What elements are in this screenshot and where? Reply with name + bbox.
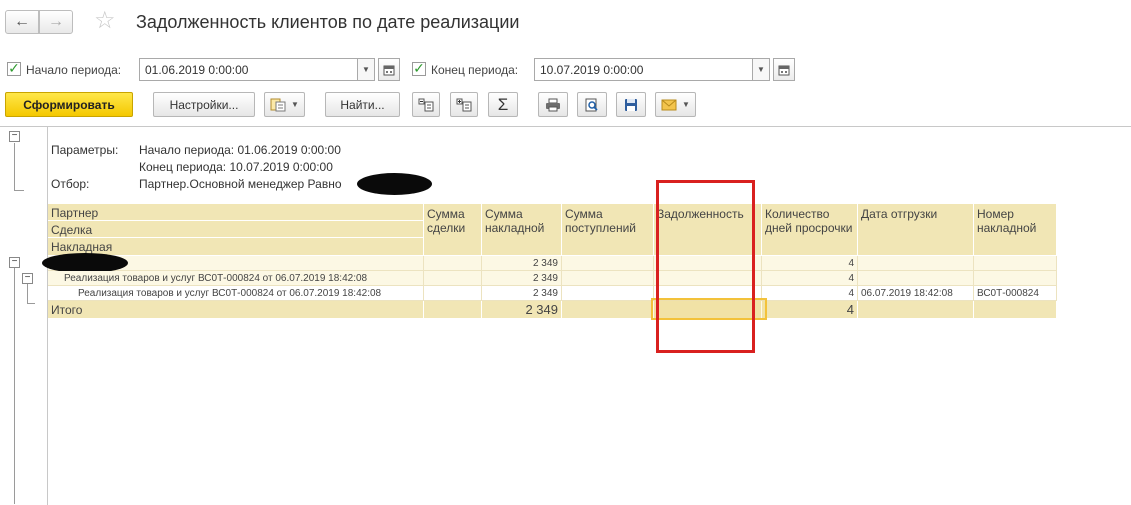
- outline-line: [27, 303, 35, 304]
- period-end-checkbox[interactable]: ✓: [412, 60, 426, 76]
- collapse-partner-group-button[interactable]: −: [9, 257, 20, 268]
- sum-button[interactable]: Σ: [488, 92, 518, 117]
- save-button[interactable]: [616, 92, 646, 117]
- params-label: Параметры:: [51, 143, 119, 157]
- send-email-menu-button[interactable]: ▼: [655, 92, 696, 117]
- invoice-sum-cell[interactable]: 2 349: [482, 256, 562, 271]
- period-start-input[interactable]: 01.06.2019 0:00:00: [139, 58, 358, 81]
- period-end-input[interactable]: 10.07.2019 0:00:00: [534, 58, 753, 81]
- period-end-calendar-button[interactable]: [773, 58, 795, 81]
- column-header-ship-date[interactable]: Дата отгрузки: [858, 204, 974, 256]
- filter-value: Партнер.Основной менеджер Равно: [139, 177, 342, 191]
- invoice-no-cell[interactable]: [974, 271, 1057, 286]
- sigma-icon: Σ: [497, 94, 509, 114]
- invoice-sum-total-cell[interactable]: 2 349: [482, 301, 562, 319]
- collapse-groups-button[interactable]: [412, 92, 440, 117]
- calendar-icon: [383, 65, 395, 75]
- deal-sum-cell[interactable]: [424, 256, 482, 271]
- ship-date-total-cell[interactable]: [858, 301, 974, 319]
- arrow-right-icon: →: [48, 13, 64, 30]
- redaction-mark: [357, 173, 432, 195]
- column-header-invoice-sum[interactable]: Сумма накладной: [482, 204, 562, 256]
- column-header-overdue-days[interactable]: Количество дней просрочки: [762, 204, 858, 256]
- settings-button[interactable]: Настройки...: [153, 92, 255, 117]
- print-preview-icon: [585, 98, 598, 111]
- chevron-down-icon: ▼: [362, 65, 370, 74]
- period-start-dropdown-button[interactable]: ▼: [357, 58, 375, 81]
- outline-line: [14, 190, 24, 191]
- overdue-days-cell[interactable]: 4: [762, 286, 858, 301]
- column-header-deal-sum[interactable]: Сумма сделки: [424, 204, 482, 256]
- favorite-star-icon[interactable]: ☆: [94, 8, 116, 34]
- params-end: Конец периода: 10.07.2019 0:00:00: [139, 160, 333, 174]
- checkmark-icon: ✓: [8, 60, 20, 76]
- printer-icon: [546, 98, 560, 111]
- chevron-down-icon: ▼: [682, 100, 690, 109]
- chevron-down-icon: ▼: [291, 100, 299, 109]
- invoice-sum-cell[interactable]: 2 349: [482, 271, 562, 286]
- deal-sum-cell[interactable]: [424, 286, 482, 301]
- envelope-icon: [661, 99, 677, 110]
- column-header-invoice-no[interactable]: Номер накладной: [974, 204, 1057, 256]
- expand-groups-button[interactable]: [450, 92, 478, 117]
- period-end-label: Конец периода:: [431, 63, 519, 77]
- ship-date-cell[interactable]: [858, 271, 974, 286]
- forward-button[interactable]: →: [39, 10, 73, 34]
- report-variant-icon: [270, 98, 286, 111]
- filter-label: Отбор:: [51, 177, 90, 191]
- generate-report-button[interactable]: Сформировать: [5, 92, 133, 117]
- receipts-sum-total-cell[interactable]: [562, 301, 654, 319]
- column-header-deal[interactable]: Сделка: [48, 221, 424, 238]
- annotation-red-box: [656, 180, 755, 353]
- print-button[interactable]: [538, 92, 568, 117]
- collapse-params-button[interactable]: −: [9, 131, 20, 142]
- overdue-days-cell[interactable]: 4: [762, 256, 858, 271]
- receipts-sum-cell[interactable]: [562, 271, 654, 286]
- ship-date-cell[interactable]: 06.07.2019 18:42:08: [858, 286, 974, 301]
- overdue-days-cell[interactable]: 4: [762, 271, 858, 286]
- find-button[interactable]: Найти...: [325, 92, 400, 117]
- deal-sum-total-cell[interactable]: [424, 301, 482, 319]
- ship-date-cell[interactable]: [858, 256, 974, 271]
- column-header-receipts-sum[interactable]: Сумма поступлений: [562, 204, 654, 256]
- outline-line: [14, 268, 15, 504]
- collapse-groups-icon: [418, 98, 434, 111]
- params-start: Начало периода: 01.06.2019 0:00:00: [139, 143, 341, 157]
- column-header-partner[interactable]: Партнер: [48, 204, 424, 221]
- collapse-deal-group-button[interactable]: −: [22, 273, 33, 284]
- invoice-cell[interactable]: Реализация товаров и услуг ВС0Т-000824 о…: [48, 286, 424, 301]
- period-end-dropdown-button[interactable]: ▼: [752, 58, 770, 81]
- checkmark-icon: ✓: [413, 60, 425, 76]
- arrow-left-icon: ←: [14, 13, 30, 30]
- calendar-icon: [778, 65, 790, 75]
- back-button[interactable]: ←: [5, 10, 39, 34]
- receipts-sum-cell[interactable]: [562, 256, 654, 271]
- deal-cell[interactable]: Реализация товаров и услуг ВС0Т-000824 о…: [48, 271, 424, 286]
- redaction-mark: [42, 253, 128, 273]
- invoice-no-cell[interactable]: [974, 256, 1057, 271]
- chevron-down-icon: ▼: [757, 65, 765, 74]
- minus-icon: −: [11, 130, 18, 141]
- outline-line: [27, 284, 28, 304]
- variants-menu-button[interactable]: ▼: [264, 92, 305, 117]
- minus-icon: −: [11, 256, 18, 267]
- period-start-checkbox[interactable]: ✓: [7, 60, 21, 76]
- minus-icon: −: [24, 272, 31, 283]
- overdue-days-total-cell[interactable]: 4: [762, 301, 858, 319]
- deal-sum-cell[interactable]: [424, 271, 482, 286]
- floppy-disk-icon: [625, 98, 637, 111]
- outline-line: [14, 143, 15, 190]
- total-label-cell[interactable]: Итого: [48, 301, 424, 319]
- receipts-sum-cell[interactable]: [562, 286, 654, 301]
- page-title: Задолженность клиентов по дате реализаци…: [136, 12, 520, 32]
- print-preview-button[interactable]: [577, 92, 607, 117]
- invoice-no-total-cell[interactable]: [974, 301, 1057, 319]
- report-top-border: [0, 126, 1131, 127]
- invoice-no-cell[interactable]: ВС0Т-000824: [974, 286, 1057, 301]
- invoice-sum-cell[interactable]: 2 349: [482, 286, 562, 301]
- period-start-label: Начало периода:: [26, 63, 122, 77]
- expand-groups-icon: [456, 98, 472, 111]
- period-start-calendar-button[interactable]: [378, 58, 400, 81]
